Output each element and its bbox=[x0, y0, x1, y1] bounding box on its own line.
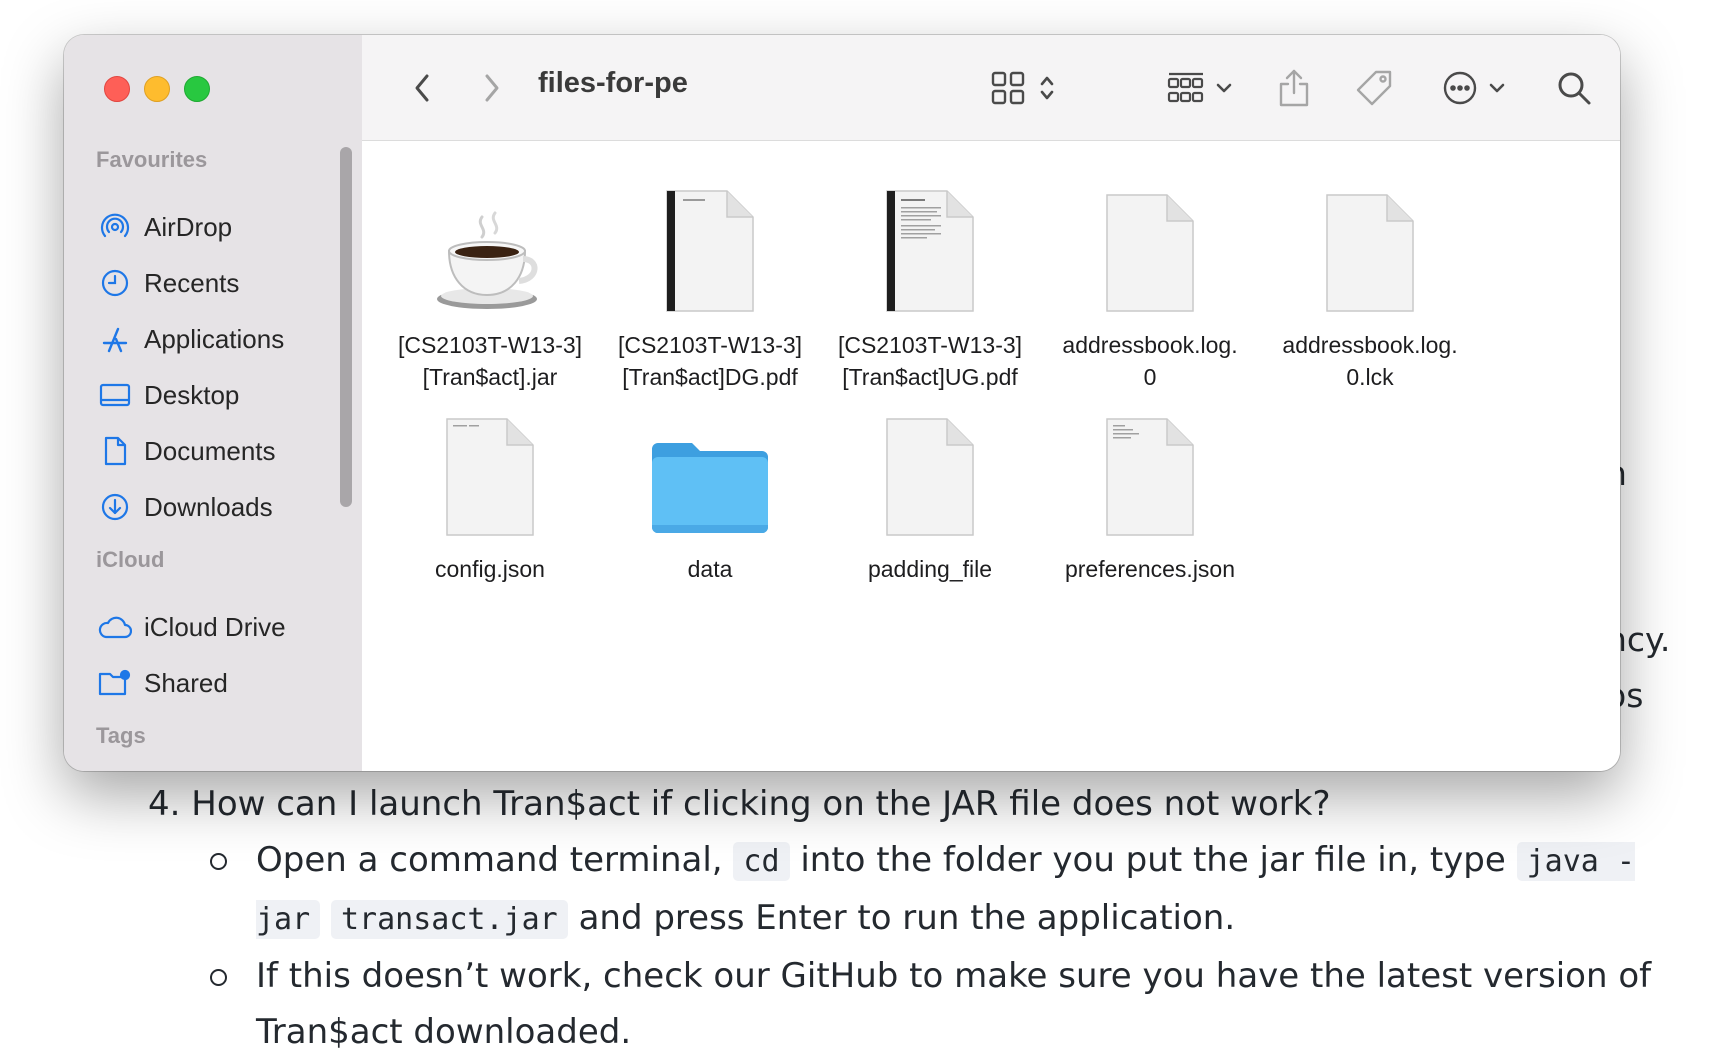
sidebar-item-documents[interactable]: Documents bbox=[98, 429, 338, 473]
faq-answer-item: If this doesn’t work, check our GitHub t… bbox=[210, 948, 1678, 1058]
blank-document-icon bbox=[1260, 173, 1480, 313]
close-window-button[interactable] bbox=[104, 76, 130, 102]
search-icon bbox=[1558, 72, 1591, 105]
shared-folder-icon bbox=[98, 666, 132, 700]
sidebar-item-desktop[interactable]: Desktop bbox=[98, 373, 338, 417]
sidebar-item-label: Desktop bbox=[144, 379, 240, 410]
finder-window: Favourites AirDrop Recents Applications … bbox=[64, 35, 1620, 771]
inline-code: cd bbox=[733, 842, 790, 881]
desktop-icon bbox=[98, 378, 132, 412]
tag-icon bbox=[1356, 70, 1392, 106]
sidebar: Favourites AirDrop Recents Applications … bbox=[64, 35, 362, 771]
applications-icon bbox=[98, 322, 132, 356]
file-item-addressbook-lck[interactable]: addressbook.log. 0.lck bbox=[1260, 173, 1480, 393]
document-icon bbox=[98, 434, 132, 468]
file-name-line: [Tran$act]UG.pdf bbox=[842, 364, 1018, 390]
file-name-line: [CS2103T-W13-3] bbox=[397, 332, 583, 358]
text-document-icon bbox=[1040, 397, 1260, 537]
sidebar-item-label: AirDrop bbox=[144, 211, 233, 242]
faq-section: 4. How can I launch Tran$act if clicking… bbox=[148, 776, 1678, 1058]
main-content: files-for-pe [CS2103T-W13-3] [Tran$act].… bbox=[362, 35, 1620, 771]
answer-text: Open a command terminal, bbox=[256, 840, 723, 880]
file-name-line: 0.lck bbox=[1346, 364, 1394, 390]
file-name-line: [CS2103T-W13-3] bbox=[617, 332, 803, 358]
file-name-line: [Tran$act]DG.pdf bbox=[622, 364, 798, 390]
sidebar-scrollbar[interactable] bbox=[340, 147, 352, 507]
sidebar-item-label: Applications bbox=[144, 323, 285, 354]
answer-text: into the folder you put the jar file in,… bbox=[800, 840, 1506, 880]
sidebar-item-downloads[interactable]: Downloads bbox=[98, 485, 338, 529]
faq-answer-list: Open a command terminal, cd into the fol… bbox=[210, 832, 1678, 1058]
faq-answer-item: Open a command terminal, cd into the fol… bbox=[210, 832, 1678, 948]
clock-icon bbox=[98, 266, 132, 300]
file-item-ug-pdf[interactable]: [CS2103T-W13-3] [Tran$act]UG.pdf bbox=[820, 173, 1040, 393]
airdrop-icon bbox=[98, 210, 132, 244]
file-item-padding-file[interactable]: padding_file bbox=[820, 397, 1040, 585]
download-icon bbox=[98, 490, 132, 524]
more-actions-button[interactable] bbox=[1436, 65, 1512, 111]
inline-code: transact.jar bbox=[331, 900, 568, 939]
group-by-icon bbox=[1167, 72, 1204, 103]
file-item-dg-pdf[interactable]: [CS2103T-W13-3] [Tran$act]DG.pdf bbox=[600, 173, 820, 393]
text-document-icon bbox=[380, 397, 600, 537]
faq-question: 4. How can I launch Tran$act if clicking… bbox=[148, 784, 1331, 824]
folder-icon bbox=[600, 397, 820, 537]
sidebar-item-label: iCloud Drive bbox=[144, 611, 286, 642]
blank-document-icon bbox=[820, 397, 1040, 537]
answer-text: and press Enter to run the application. bbox=[578, 898, 1236, 938]
file-name-line: addressbook.log. bbox=[1062, 332, 1238, 358]
back-button[interactable] bbox=[402, 65, 442, 111]
file-name-line: config.json bbox=[435, 556, 545, 582]
sidebar-item-airdrop[interactable]: AirDrop bbox=[98, 205, 338, 249]
chevron-updown-icon bbox=[1040, 76, 1054, 100]
sidebar-item-icloud-drive[interactable]: iCloud Drive bbox=[98, 605, 338, 649]
file-name-line: preferences.json bbox=[1064, 556, 1236, 582]
toolbar: files-for-pe bbox=[362, 35, 1620, 141]
sidebar-item-shared[interactable]: Shared bbox=[98, 661, 338, 705]
group-by-button[interactable] bbox=[1162, 65, 1238, 111]
sidebar-section-favourites: Favourites bbox=[96, 147, 208, 172]
chevron-down-icon bbox=[1489, 83, 1505, 93]
minimize-window-button[interactable] bbox=[144, 76, 170, 102]
file-item-addressbook-log[interactable]: addressbook.log. 0 bbox=[1040, 173, 1260, 393]
pdf-document-icon bbox=[600, 173, 820, 313]
zoom-window-button[interactable] bbox=[184, 76, 210, 102]
file-name-line: [CS2103T-W13-3] bbox=[837, 332, 1023, 358]
sidebar-item-applications[interactable]: Applications bbox=[98, 317, 338, 361]
cloud-icon bbox=[98, 610, 132, 644]
forward-button[interactable] bbox=[472, 65, 512, 111]
sidebar-section-icloud: iCloud bbox=[96, 547, 165, 572]
sidebar-section-tags: Tags bbox=[96, 723, 146, 748]
blank-document-icon bbox=[1040, 173, 1260, 313]
ellipsis-circle-icon bbox=[1443, 71, 1477, 105]
file-name-line: padding_file bbox=[867, 556, 993, 582]
tag-button[interactable] bbox=[1352, 65, 1396, 111]
chevron-left-icon bbox=[415, 74, 429, 102]
pdf-document-icon bbox=[820, 173, 1040, 313]
file-item-jar[interactable]: [CS2103T-W13-3] [Tran$act].jar bbox=[380, 173, 600, 393]
answer-text: If this doesn’t work, check our GitHub t… bbox=[256, 956, 1652, 1052]
file-item-config-json[interactable]: config.json bbox=[380, 397, 600, 585]
file-name-line: data bbox=[687, 556, 733, 582]
file-name-line: addressbook.log. bbox=[1282, 332, 1458, 358]
sidebar-item-label: Documents bbox=[144, 435, 276, 466]
share-icon bbox=[1279, 69, 1309, 107]
sidebar-item-label: Downloads bbox=[144, 491, 273, 522]
window-title: files-for-pe bbox=[538, 67, 688, 99]
file-item-preferences-json[interactable]: preferences.json bbox=[1040, 397, 1260, 585]
java-coffee-icon bbox=[380, 173, 600, 313]
share-button[interactable] bbox=[1274, 65, 1314, 111]
sidebar-item-label: Recents bbox=[144, 267, 240, 298]
chevron-down-icon bbox=[1216, 83, 1232, 93]
file-item-data-folder[interactable]: data bbox=[600, 397, 820, 585]
file-name-line: 0 bbox=[1143, 364, 1157, 390]
icon-view-grid-icon bbox=[991, 71, 1025, 105]
view-mode-button[interactable] bbox=[982, 65, 1064, 111]
file-name-line: [Tran$act].jar bbox=[422, 364, 558, 390]
sidebar-item-recents[interactable]: Recents bbox=[98, 261, 338, 305]
chevron-right-icon bbox=[485, 74, 499, 102]
search-button[interactable] bbox=[1552, 65, 1596, 111]
sidebar-item-label: Shared bbox=[144, 667, 228, 698]
